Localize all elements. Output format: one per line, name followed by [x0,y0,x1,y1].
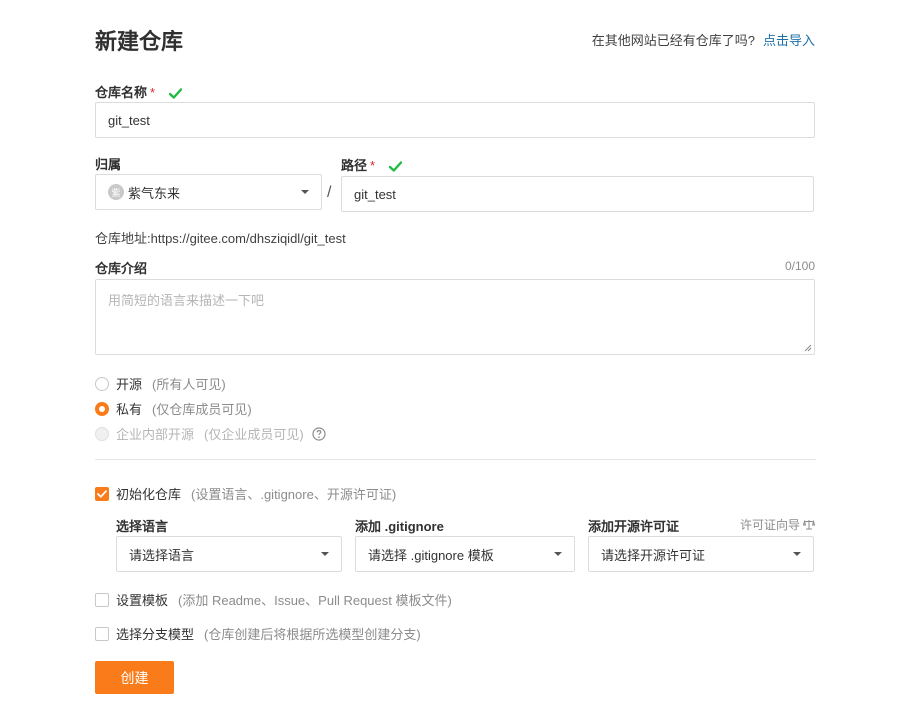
description-counter: 0/100 [784,259,815,273]
avatar: 紫 [108,184,124,200]
path-label-text: 路径 [341,158,368,173]
visibility-public-option[interactable]: 开源 (所有人可见) [95,374,226,393]
create-button[interactable]: 创建 [95,661,174,694]
template-checkbox[interactable] [95,592,109,607]
gitignore-value: 请选择 .gitignore 模板 [368,547,494,563]
license-label: 添加开源许可证 [588,519,680,534]
page-title: 新建仓库 [95,29,184,54]
caret-down-icon [554,552,562,556]
license-value: 请选择开源许可证 [601,547,706,563]
language-select[interactable]: 请选择语言 [116,536,342,572]
license-select[interactable]: 请选择开源许可证 [588,536,814,572]
branch-model-option[interactable]: 选择分支模型 (仓库创建后将根据所选模型创建分支) [95,624,421,643]
radio-enterprise [95,426,109,441]
description-placeholder: 用简短的语言来描述一下吧 [108,293,265,308]
radio-public[interactable] [95,376,109,391]
visibility-enterprise-hint: (仅企业成员可见) [204,427,304,442]
visibility-private-hint: (仅仓库成员可见) [152,402,252,417]
check-icon [388,161,402,172]
template-label: 设置模板 [116,593,169,608]
path-value: git_test [354,186,396,202]
branch-model-checkbox[interactable] [95,626,109,641]
repo-name-label: 仓库名称 * [95,82,182,101]
resize-handle-icon[interactable] [804,344,812,352]
caret-down-icon [301,190,309,194]
license-guide-link[interactable]: 许可证向导 [740,516,815,533]
language-label: 选择语言 [116,519,169,534]
path-input[interactable]: git_test [341,176,814,212]
visibility-public-label: 开源 [116,377,143,392]
owner-select[interactable]: 紫 紫气东来 [95,174,322,210]
init-repo-option[interactable]: 初始化仓库 (设置语言、.gitignore、开源许可证) [95,484,396,503]
visibility-public-hint: (所有人可见) [152,377,226,392]
section-divider [95,459,816,460]
gitignore-select[interactable]: 请选择 .gitignore 模板 [355,536,575,572]
visibility-private-option[interactable]: 私有 (仅仓库成员可见) [95,399,252,418]
branch-model-label: 选择分支模型 [116,627,195,642]
visibility-private-label: 私有 [116,402,143,417]
balance-scale-icon [803,519,815,530]
owner-label: 归属 [95,157,122,172]
init-repo-hint: (设置语言、.gitignore、开源许可证) [191,487,397,502]
branch-model-hint: (仓库创建后将根据所选模型创建分支) [204,627,421,642]
visibility-enterprise-option: 企业内部开源 (仅企业成员可见) [95,424,326,443]
init-repo-checkbox[interactable] [95,486,109,501]
checkmark-icon [97,489,107,498]
repo-name-label-text: 仓库名称 [95,85,148,100]
import-prompt: 在其他网站已经有仓库了吗? 点击导入 [592,30,815,49]
visibility-enterprise-label: 企业内部开源 [116,427,195,442]
required-mark: * [150,85,156,100]
repo-name-value: git_test [108,112,150,128]
init-repo-label: 初始化仓库 [116,487,182,502]
path-label: 路径 * [341,155,402,174]
required-mark: * [370,158,376,173]
language-value: 请选择语言 [129,547,195,563]
repo-address: 仓库地址:https://gitee.com/dhsziqidl/git_tes… [95,231,346,246]
description-label: 仓库介绍 [95,261,148,276]
check-icon [168,88,182,99]
caret-down-icon [321,552,329,556]
caret-down-icon [793,552,801,556]
import-prompt-text: 在其他网站已经有仓库了吗? [591,33,755,48]
repo-name-input[interactable]: git_test [95,102,815,138]
path-separator: / [327,184,332,201]
owner-selected: 紫 紫气东来 [108,183,180,202]
template-option[interactable]: 设置模板 (添加 Readme、Issue、Pull Request 模板文件) [95,590,452,609]
import-link[interactable]: 点击导入 [763,33,815,48]
gitignore-label: 添加 .gitignore [355,519,444,534]
license-guide-text: 许可证向导 [739,518,800,532]
template-hint: (添加 Readme、Issue、Pull Request 模板文件) [178,593,452,608]
radio-private[interactable] [95,401,109,416]
description-textarea[interactable]: 用简短的语言来描述一下吧 [95,279,815,355]
help-icon[interactable] [312,426,326,441]
owner-value: 紫气东来 [128,185,181,201]
